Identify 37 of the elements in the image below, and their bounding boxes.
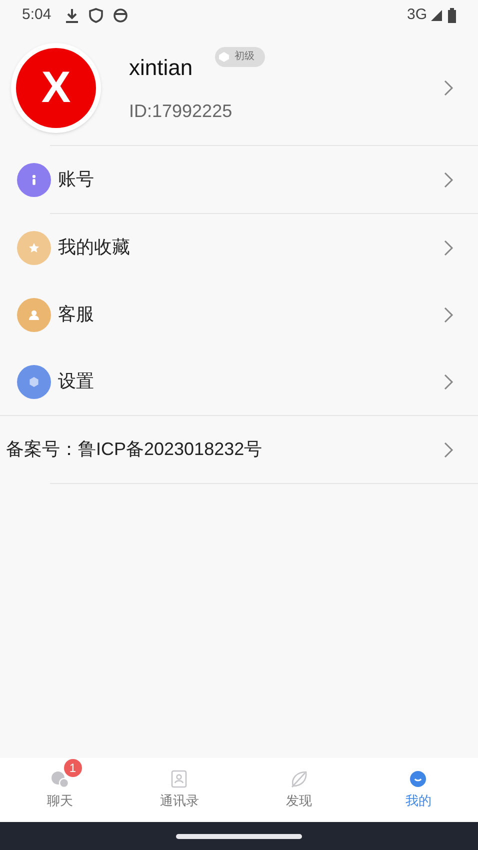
chevron-icon: [444, 306, 454, 322]
battery-icon: [448, 8, 456, 22]
menu-label: 设置: [58, 370, 95, 393]
chevron-icon: [444, 442, 454, 458]
nav-tab[interactable]: 发现: [239, 758, 358, 822]
profile-row[interactable]: X xintian 初级 ID:17992225: [0, 30, 478, 145]
menu-item[interactable]: 我的收藏: [0, 214, 478, 281]
network-type: 3G: [406, 4, 427, 25]
nav-tab[interactable]: 通讯录: [120, 758, 239, 822]
nav-tab[interactable]: 1 聊天: [0, 758, 120, 822]
menu-item[interactable]: 客服: [0, 281, 478, 348]
menu-label: 我的收藏: [58, 236, 131, 259]
level-badge: 初级: [214, 46, 265, 66]
signal-icon: [430, 8, 443, 22]
user-id: ID:17992225: [129, 100, 234, 122]
filing-row[interactable]: 备案号：鲁ICP备2023018232号: [0, 416, 478, 483]
me-icon: [408, 769, 428, 790]
menu-item[interactable]: 设置: [0, 348, 478, 415]
home-indicator[interactable]: [176, 834, 302, 838]
filing-number: 备案号：鲁ICP备2023018232号: [6, 438, 264, 461]
status-time: 5:04: [22, 4, 52, 25]
shield-icon: [89, 8, 104, 22]
nav-tab[interactable]: 我的: [358, 758, 478, 822]
contacts-icon: [169, 769, 190, 790]
download-icon: [65, 8, 80, 22]
avatar: X: [16, 48, 96, 128]
chevron-icon: [444, 172, 454, 188]
chevron-icon: [444, 80, 454, 96]
chevron-icon: [444, 374, 454, 390]
chat-icon: [50, 769, 70, 790]
menu-label: 客服: [58, 303, 95, 326]
menu-label: 账号: [58, 168, 95, 191]
user-name: xintian: [129, 54, 193, 82]
unread-badge: 1: [64, 759, 82, 778]
menu-item[interactable]: 账号: [0, 146, 478, 213]
discover-icon: [288, 769, 309, 790]
chevron-icon: [444, 240, 454, 256]
